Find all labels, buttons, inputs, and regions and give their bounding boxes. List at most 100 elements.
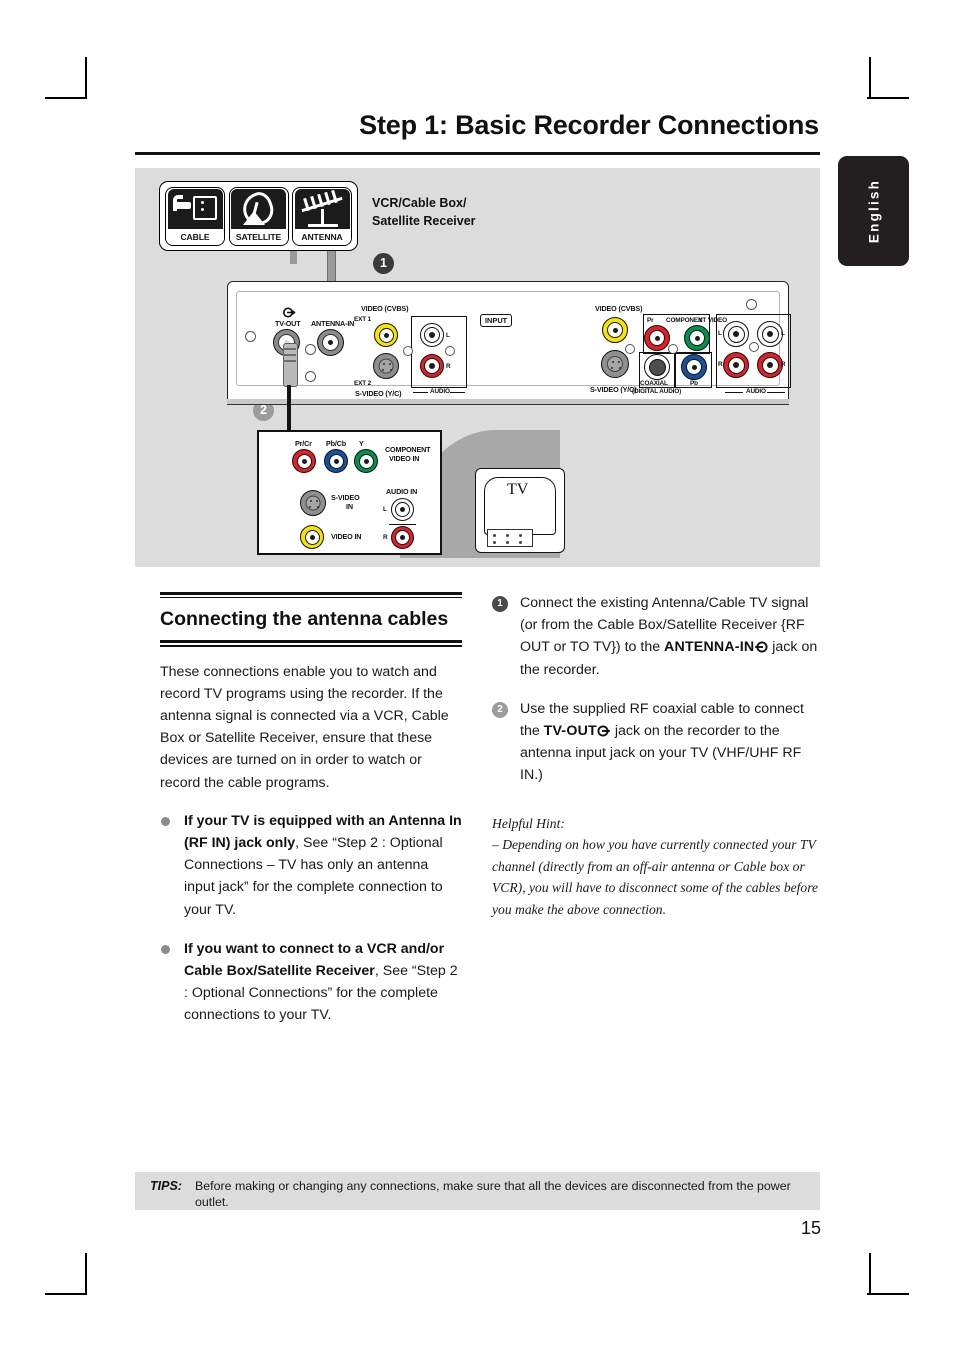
tv-audio-r-jack: [391, 526, 414, 549]
left-audio-l-label: L: [446, 332, 450, 339]
language-tab-english: English: [838, 156, 909, 266]
tv-control-strip: [487, 529, 533, 547]
source-icon-satellite: SATELLITE: [228, 186, 289, 246]
component-pr-jack: [644, 325, 670, 351]
heading-rule-bottom: [160, 640, 462, 644]
crop-mark-top-right-h: [867, 97, 909, 99]
helpful-hint-block: Helpful Hint: – Depending on how you hav…: [492, 813, 822, 921]
ext2-label: EXT 2: [354, 380, 372, 387]
tv-audio-l-jack: [391, 498, 414, 521]
left-audio-r-jack: [420, 354, 444, 378]
tv-out-arrow-icon: [283, 307, 296, 318]
crop-mark-bottom-right-h: [867, 1293, 909, 1295]
right-audio-r2-jack: [757, 352, 783, 378]
right-svideo-label: S-VIDEO (Y/C): [590, 385, 637, 394]
right-audio-l1-label: L: [718, 330, 722, 337]
left-audio-screw-b: [445, 346, 455, 356]
coaxial-label-line-2: (DIGITAL AUDIO): [632, 388, 682, 395]
component-pr-label: Pr: [647, 317, 654, 324]
tv-video-in-label: VIDEO IN: [331, 532, 362, 541]
component-pb-jack: [681, 354, 707, 380]
list-item: If you want to connect to a VCR and/or C…: [160, 938, 462, 1027]
panel-screw-c: [305, 371, 316, 382]
tv-component-label-line-2: VIDEO IN: [389, 454, 420, 463]
left-video-cvbs-label: VIDEO (CVBS): [361, 304, 409, 313]
source-icon-antenna: ANTENNA: [292, 186, 352, 246]
tv-component-label-line-1: COMPONENT: [385, 445, 431, 454]
source-icon-cable: CABLE: [165, 186, 225, 246]
source-device-label: VCR/Cable Box/ Satellite Receiver: [372, 194, 476, 230]
tv-svideo-label-line-2: IN: [346, 502, 353, 511]
right-text-column: 1 Connect the existing Antenna/Cable TV …: [492, 592, 822, 920]
document-page: Step 1: Basic Recorder Connections Engli…: [0, 0, 954, 1347]
right-panel-screw-a: [625, 344, 635, 354]
tv-pb-cb-label: Pb/Cb: [326, 439, 347, 448]
intro-paragraph: These connections enable you to watch an…: [160, 663, 449, 791]
right-video-cvbs-jack: [602, 317, 628, 343]
tv-pb-cb-jack: [324, 449, 348, 473]
left-audio-r-label: R: [446, 363, 451, 370]
tv-out-label: TV-OUT: [275, 319, 301, 328]
left-audio-group-label: AUDIO: [430, 388, 450, 395]
left-audio-screw-a: [403, 346, 413, 356]
page-number: 15: [800, 1218, 821, 1238]
component-y-jack: [684, 325, 710, 351]
right-panel-screw-c: [749, 342, 759, 352]
source-icon-satellite-label: SATELLITE: [229, 228, 288, 245]
input-badge: INPUT: [480, 314, 513, 327]
tv-video-in-jack: [300, 525, 324, 549]
crop-mark-top-right-v: [869, 57, 871, 99]
tv-out-arrow-icon: [597, 722, 611, 737]
right-audio-l1-jack: [723, 321, 749, 347]
source-icon-antenna-label: ANTENNA: [293, 228, 351, 245]
bullet-dot-icon: [161, 944, 170, 954]
crop-mark-bottom-left-v: [85, 1253, 87, 1295]
tips-text: Before making or changing any connection…: [195, 1179, 791, 1209]
right-panel-screw-b: [668, 344, 678, 354]
list-item: If your TV is equipped with an Antenna I…: [160, 810, 462, 921]
cable-plug-icon: [167, 189, 223, 229]
step-number-2: 2: [492, 701, 508, 718]
crop-mark-top-left-h: [45, 97, 87, 99]
satellite-dish-icon: [231, 189, 286, 229]
heading-rule-bottom-thin: [160, 645, 462, 647]
step-1-bold-term: ANTENNA-IN: [664, 639, 755, 656]
antenna-feed-cable-bend: [290, 251, 330, 264]
right-audio-r1-jack: [723, 352, 749, 378]
antenna-in-jack: [317, 329, 344, 356]
title-divider: [135, 152, 820, 155]
list-item: 1 Connect the existing Antenna/Cable TV …: [492, 592, 822, 681]
source-device-icons: CABLE SATELLITE ANTENNA: [159, 181, 358, 251]
tv-y-label: Y: [359, 439, 364, 448]
section-heading: Connecting the antenna cables: [160, 608, 449, 631]
left-audio-l-jack: [420, 323, 444, 347]
crop-mark-top-left-v: [85, 57, 87, 99]
coaxial-digital-audio-jack: [644, 354, 670, 380]
ext1-label: EXT 1: [354, 316, 372, 323]
tv-brand-label: TV: [507, 481, 529, 498]
step-2-bold-term: TV-OUT: [543, 723, 597, 740]
tv-svideo-jack: [300, 490, 326, 516]
tips-label: TIPS:: [150, 1179, 182, 1193]
antenna-in-arrow-icon: [754, 638, 768, 653]
bullet-dot-icon: [161, 816, 170, 826]
right-audio-r2-label: R: [781, 361, 786, 368]
step-marker-1: 1: [373, 253, 394, 274]
left-text-column: Connecting the antenna cables These conn…: [160, 592, 462, 1044]
right-audio-l2-label: L: [781, 330, 785, 337]
source-icon-cable-label: CABLE: [166, 228, 224, 245]
right-audio-l2-jack: [757, 321, 783, 347]
source-label-line-1: VCR/Cable Box/: [372, 196, 467, 210]
tv-audio-in-label: AUDIO IN: [386, 487, 418, 496]
list-item: 2 Use the supplied RF coaxial cable to c…: [492, 698, 822, 787]
connection-diagram: CABLE SATELLITE ANTENNA VCR/Cable Box/ S…: [135, 168, 820, 567]
coaxial-label-line-1: COAXIAL: [640, 380, 668, 387]
right-video-cvbs-label: VIDEO (CVBS): [595, 304, 643, 313]
helpful-hint-body: – Depending on how you have currently co…: [492, 837, 819, 917]
step-number-1: 1: [492, 596, 508, 612]
tv-svideo-label-line-1: S-VIDEO: [331, 493, 360, 502]
crop-mark-bottom-right-v: [869, 1253, 871, 1295]
tv-pr-cr-label: Pr/Cr: [295, 439, 312, 448]
roof-antenna-icon: [294, 189, 350, 229]
right-audio-group-label: AUDIO: [746, 388, 766, 395]
